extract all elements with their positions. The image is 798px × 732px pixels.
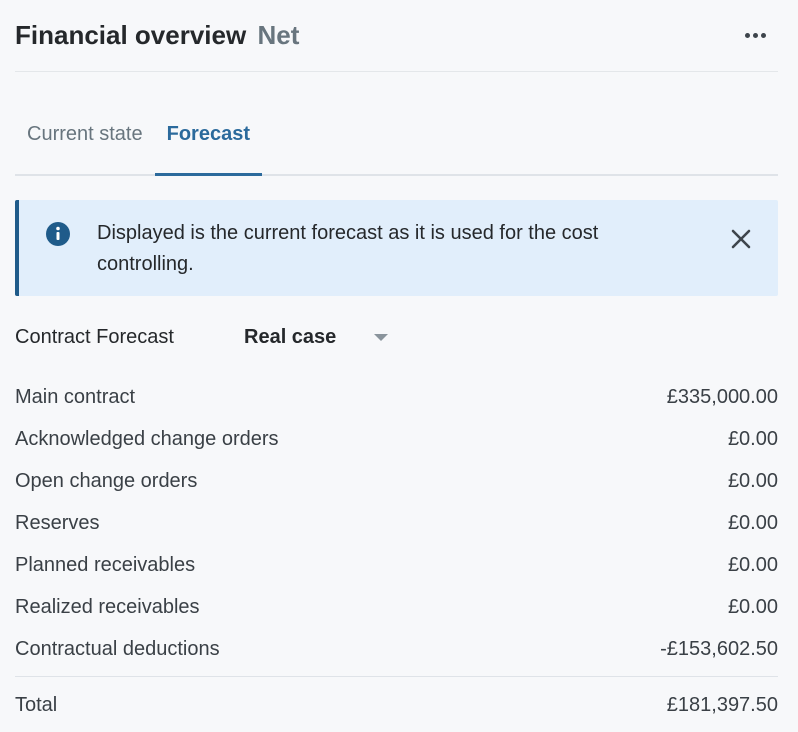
- more-horizontal-icon-dot: [752, 33, 758, 38]
- row-total: Total £181,397.50: [15, 677, 778, 732]
- contract-forecast-label: Contract Forecast: [15, 325, 174, 348]
- row-amount: £0.00: [727, 595, 778, 618]
- row-amount: £335,000.00: [666, 385, 778, 408]
- row-label: Acknowledged change orders: [15, 427, 279, 450]
- financial-overview-panel: Financial overview Net Current state For…: [0, 0, 798, 732]
- forecast-case-select[interactable]: Real case: [244, 326, 388, 349]
- row-open-change-orders: Open change orders £0.00: [15, 460, 778, 502]
- row-label: Realized receivables: [15, 595, 200, 618]
- row-acknowledged-change-orders: Acknowledged change orders £0.00: [15, 418, 778, 460]
- tab-bar: Current state Forecast: [15, 103, 778, 176]
- more-horizontal-icon-dot: [744, 33, 750, 38]
- row-amount: -£153,602.50: [660, 637, 778, 660]
- more-options-button[interactable]: [739, 20, 771, 52]
- row-reserves: Reserves £0.00: [15, 502, 778, 544]
- info-icon: [46, 222, 70, 246]
- panel-subtitle: Net: [257, 20, 300, 50]
- row-amount: £0.00: [727, 427, 778, 450]
- row-label: Reserves: [15, 511, 100, 534]
- row-contractual-deductions: Contractual deductions -£153,602.50: [15, 628, 778, 670]
- tab-current-state[interactable]: Current state: [15, 103, 155, 174]
- row-label: Contractual deductions: [15, 637, 220, 660]
- banner-text: Displayed is the current forecast as it …: [97, 222, 599, 275]
- tab-forecast[interactable]: Forecast: [154, 103, 263, 176]
- more-horizontal-icon-dot: [760, 33, 766, 38]
- row-amount: £0.00: [727, 553, 778, 576]
- row-amount: £0.00: [727, 469, 778, 492]
- panel-title: Financial overview Net: [15, 20, 299, 51]
- row-main-contract: Main contract £335,000.00: [15, 376, 778, 418]
- row-planned-receivables: Planned receivables £0.00: [15, 544, 778, 586]
- row-label: Open change orders: [15, 469, 198, 492]
- info-banner: Displayed is the current forecast as it …: [15, 200, 778, 296]
- financial-rows: Main contract £335,000.00 Acknowledged c…: [15, 376, 778, 732]
- row-label: Main contract: [15, 385, 136, 408]
- panel-header: Financial overview Net: [15, 0, 778, 72]
- row-label: Planned receivables: [15, 553, 196, 576]
- close-icon[interactable]: [728, 226, 754, 252]
- total-amount: £181,397.50: [666, 693, 778, 716]
- row-amount: £0.00: [727, 511, 778, 534]
- contract-forecast-row: Contract Forecast Real case: [15, 322, 778, 352]
- panel-title-text: Financial overview: [15, 20, 247, 50]
- chevron-down-icon: [374, 333, 388, 341]
- total-label: Total: [15, 693, 58, 716]
- forecast-case-value: Real case: [244, 325, 337, 348]
- row-realized-receivables: Realized receivables £0.00: [15, 586, 778, 628]
